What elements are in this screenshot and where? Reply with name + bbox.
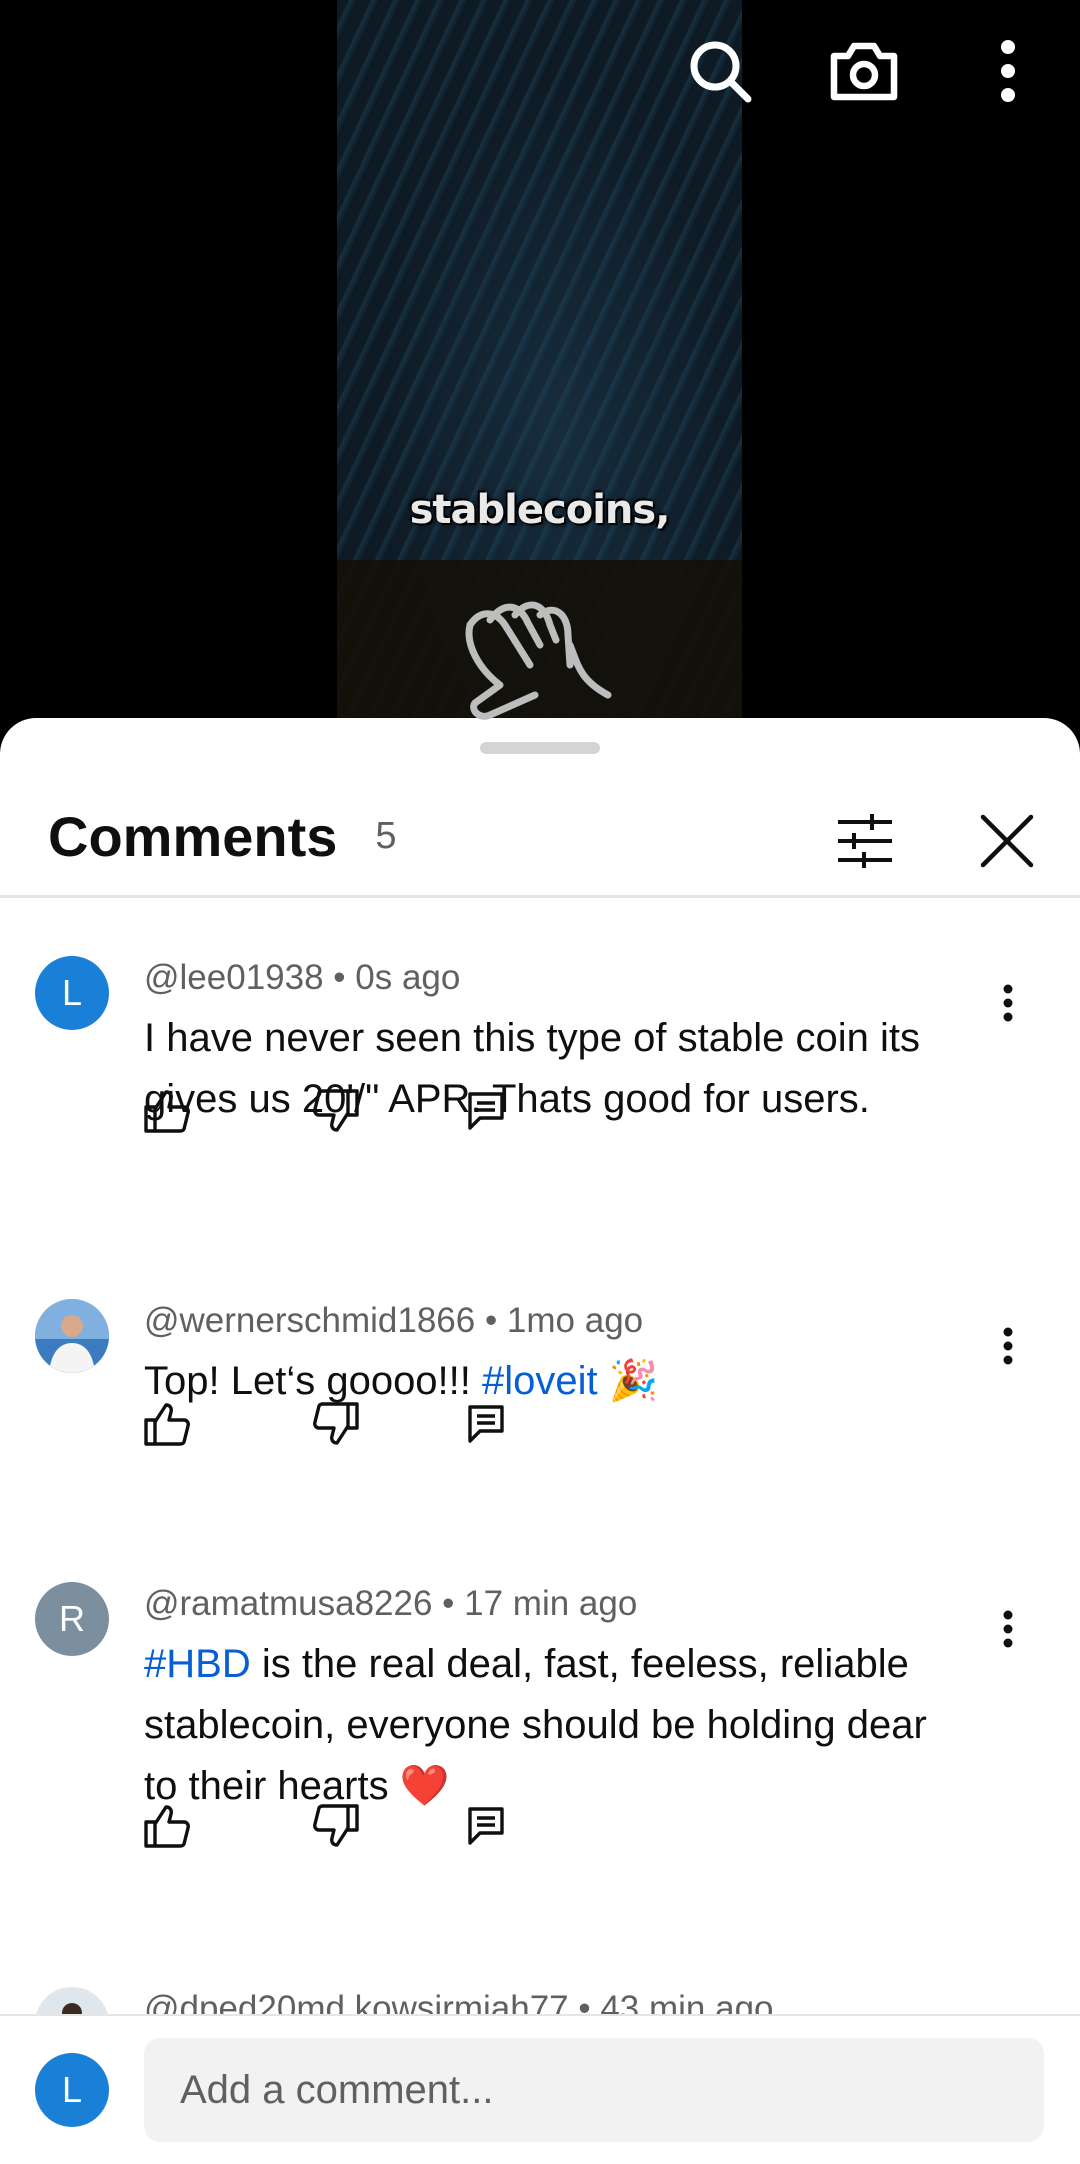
comment-more-icon[interactable] [990,973,1026,1033]
avatar-photo [35,1299,109,1373]
add-comment-input[interactable]: Add a comment... [144,2038,1044,2142]
camera-icon[interactable] [792,35,936,107]
avatar-letter: R [59,1598,85,1639]
comment-meta[interactable]: @wernerschmid1866 • 1mo ago [144,1301,643,1341]
comment-more-icon[interactable] [990,1599,1026,1659]
avatar[interactable]: L [35,956,109,1030]
add-comment-bar: L Add a comment... [0,2014,1080,2164]
dislike-icon[interactable] [306,1796,366,1856]
like-icon[interactable] [137,1394,197,1454]
avatar[interactable]: R [35,1582,109,1656]
avatar-letter: L [61,2069,83,2110]
comment-text-line: gives us 20'/" APR. Thats good for users… [144,1077,870,1121]
comment-text: I have never seen this type of stable co… [144,1008,974,1130]
comments-header: Comments 5 [0,778,1080,898]
reply-icon[interactable] [456,1081,516,1141]
heart-emoji: ❤️ [399,1764,450,1808]
comment-text-line: I have never seen this type of stable co… [144,1016,920,1060]
dislike-icon[interactable] [306,1081,366,1141]
comments-sheet: Comments 5 L @lee01938 • 0s ago I have n… [0,718,1080,2164]
sort-filter-icon[interactable] [820,796,910,886]
more-vert-icon[interactable] [936,35,1080,107]
comment-text-body: is the real deal, fast, feeless, reliabl… [250,1642,909,1686]
comment-meta[interactable]: @ramatmusa8226 • 17 min ago [144,1584,637,1624]
video-caption: stablecoins, [409,487,671,533]
reply-icon[interactable] [456,1796,516,1856]
hashtag-link[interactable]: #HBD [144,1642,251,1686]
like-icon[interactable] [137,1796,197,1856]
video-player[interactable]: stablecoins, [0,0,1080,740]
avatar[interactable] [35,1299,109,1373]
avatar-letter: L [61,972,83,1013]
user-avatar[interactable]: L [35,2053,109,2127]
dislike-icon[interactable] [306,1394,366,1454]
comment-text: #HBD is the real deal, fast, feeless, re… [144,1634,974,1817]
comment-more-icon[interactable] [990,1316,1026,1376]
comment-text-line: #HBD is the real deal, fast, feeless, re… [144,1634,974,1695]
comment-text-line: stablecoin, everyone should be holding d… [144,1703,927,1747]
pointing-hand-icon [460,585,620,740]
comment-meta[interactable]: @lee01938 • 0s ago [144,958,460,998]
player-top-bar [648,35,1080,107]
drag-handle[interactable] [480,742,600,754]
close-icon[interactable] [962,796,1052,886]
comment-text-line: to their hearts ❤️ [144,1756,974,1817]
comment-text: Top! Let‘s goooo!!! #loveit 🎉 [144,1351,974,1412]
party-emoji: 🎉 [608,1359,659,1403]
search-icon[interactable] [648,35,792,107]
like-icon[interactable] [137,1081,197,1141]
reply-icon[interactable] [456,1394,516,1454]
comments-title: Comments [48,805,338,868]
comments-count: 5 [375,815,397,857]
